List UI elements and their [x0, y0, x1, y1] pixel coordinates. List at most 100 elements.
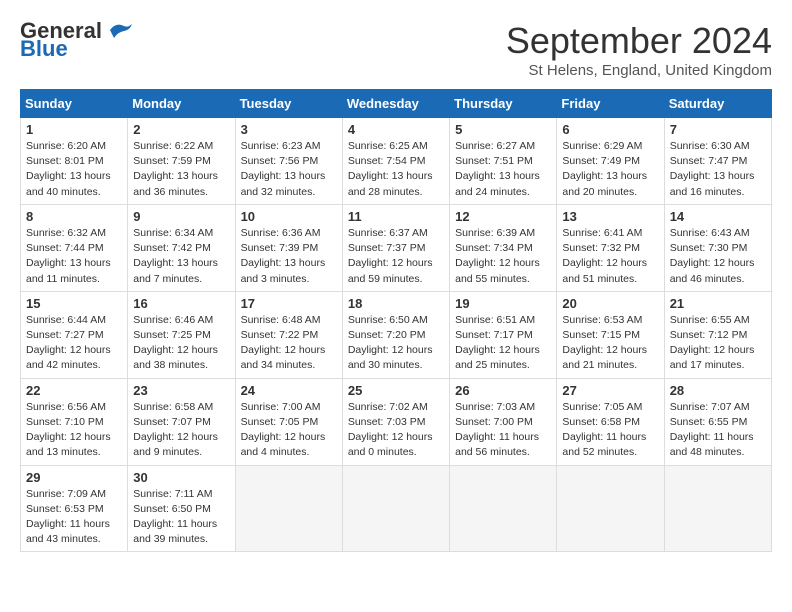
day-number: 11	[348, 209, 444, 224]
cell-content: Sunrise: 7:00 AMSunset: 7:05 PMDaylight:…	[241, 400, 337, 461]
calendar-cell: 18Sunrise: 6:50 AMSunset: 7:20 PMDayligh…	[342, 291, 449, 378]
day-number: 13	[562, 209, 658, 224]
location-subtitle: St Helens, England, United Kingdom	[506, 62, 772, 79]
day-number: 28	[670, 383, 766, 398]
calendar-cell: 10Sunrise: 6:36 AMSunset: 7:39 PMDayligh…	[235, 204, 342, 291]
day-number: 4	[348, 122, 444, 137]
calendar-cell	[664, 465, 771, 552]
page-header: General Blue September 2024 St Helens, E…	[20, 20, 772, 79]
day-number: 27	[562, 383, 658, 398]
day-number: 25	[348, 383, 444, 398]
calendar-cell	[342, 465, 449, 552]
day-number: 12	[455, 209, 551, 224]
cell-content: Sunrise: 6:20 AMSunset: 8:01 PMDaylight:…	[26, 139, 122, 200]
cell-content: Sunrise: 6:48 AMSunset: 7:22 PMDaylight:…	[241, 313, 337, 374]
calendar-cell: 13 Sunrise: 6:41 AMSunset: 7:32 PMDayligh…	[557, 204, 664, 291]
day-number: 15	[26, 296, 122, 311]
cell-content: Sunrise: 6:43 AMSunset: 7:30 PMDaylight:…	[670, 226, 766, 287]
day-number: 1	[26, 122, 122, 137]
calendar-cell: 14 Sunrise: 6:43 AMSunset: 7:30 PMDayligh…	[664, 204, 771, 291]
cell-content: Sunrise: 6:36 AMSunset: 7:39 PMDaylight:…	[241, 226, 337, 287]
cell-content: Sunrise: 6:51 AMSunset: 7:17 PMDaylight:…	[455, 313, 551, 374]
calendar-cell: 1 Sunrise: 6:20 AMSunset: 8:01 PMDaylight…	[21, 118, 128, 205]
calendar-cell	[235, 465, 342, 552]
day-number: 17	[241, 296, 337, 311]
calendar-cell	[557, 465, 664, 552]
calendar-cell: 9 Sunrise: 6:34 AMSunset: 7:42 PMDaylight…	[128, 204, 235, 291]
calendar-cell: 21 Sunrise: 6:55 AMSunset: 7:12 PMDayligh…	[664, 291, 771, 378]
weekday-header-wednesday: Wednesday	[342, 90, 449, 118]
cell-content: Sunrise: 6:56 AMSunset: 7:10 PMDaylight:…	[26, 400, 122, 461]
cell-content: Sunrise: 7:02 AMSunset: 7:03 PMDaylight:…	[348, 400, 444, 461]
day-number: 16	[133, 296, 229, 311]
calendar-cell: 19 Sunrise: 6:51 AMSunset: 7:17 PMDayligh…	[450, 291, 557, 378]
cell-content: Sunrise: 7:03 AMSunset: 7:00 PMDaylight:…	[455, 400, 551, 461]
day-number: 23	[133, 383, 229, 398]
calendar-cell: 5 Sunrise: 6:27 AMSunset: 7:51 PMDaylight…	[450, 118, 557, 205]
calendar-cell: 29Sunrise: 7:09 AMSunset: 6:53 PMDayligh…	[21, 465, 128, 552]
day-number: 18	[348, 296, 444, 311]
calendar-cell	[450, 465, 557, 552]
cell-content: Sunrise: 6:55 AMSunset: 7:12 PMDaylight:…	[670, 313, 766, 374]
calendar-cell: 4 Sunrise: 6:25 AMSunset: 7:54 PMDaylight…	[342, 118, 449, 205]
cell-content: Sunrise: 7:05 AMSunset: 6:58 PMDaylight:…	[562, 400, 658, 461]
day-number: 14	[670, 209, 766, 224]
calendar-cell: 3 Sunrise: 6:23 AMSunset: 7:56 PMDaylight…	[235, 118, 342, 205]
calendar-cell: 25 Sunrise: 7:02 AMSunset: 7:03 PMDayligh…	[342, 378, 449, 465]
weekday-header-monday: Monday	[128, 90, 235, 118]
day-number: 5	[455, 122, 551, 137]
cell-content: Sunrise: 7:09 AMSunset: 6:53 PMDaylight:…	[26, 487, 122, 548]
cell-content: Sunrise: 6:22 AMSunset: 7:59 PMDaylight:…	[133, 139, 229, 200]
cell-content: Sunrise: 6:29 AMSunset: 7:49 PMDaylight:…	[562, 139, 658, 200]
weekday-header-tuesday: Tuesday	[235, 90, 342, 118]
cell-content: Sunrise: 6:41 AMSunset: 7:32 PMDaylight:…	[562, 226, 658, 287]
logo-bird-icon	[104, 20, 136, 42]
calendar-cell: 20 Sunrise: 6:53 AMSunset: 7:15 PMDayligh…	[557, 291, 664, 378]
month-title: September 2024	[506, 20, 772, 62]
weekday-header-thursday: Thursday	[450, 90, 557, 118]
day-number: 9	[133, 209, 229, 224]
calendar-cell: 7Sunrise: 6:30 AMSunset: 7:47 PMDaylight…	[664, 118, 771, 205]
day-number: 19	[455, 296, 551, 311]
title-block: September 2024 St Helens, England, Unite…	[506, 20, 772, 79]
day-number: 2	[133, 122, 229, 137]
calendar-cell: 27 Sunrise: 7:05 AMSunset: 6:58 PMDayligh…	[557, 378, 664, 465]
day-number: 21	[670, 296, 766, 311]
cell-content: Sunrise: 6:32 AMSunset: 7:44 PMDaylight:…	[26, 226, 122, 287]
day-number: 22	[26, 383, 122, 398]
cell-content: Sunrise: 6:27 AMSunset: 7:51 PMDaylight:…	[455, 139, 551, 200]
calendar-cell: 22 Sunrise: 6:56 AMSunset: 7:10 PMDayligh…	[21, 378, 128, 465]
calendar-cell: 12 Sunrise: 6:39 AMSunset: 7:34 PMDayligh…	[450, 204, 557, 291]
cell-content: Sunrise: 6:44 AMSunset: 7:27 PMDaylight:…	[26, 313, 122, 374]
calendar-cell: 15 Sunrise: 6:44 AMSunset: 7:27 PMDayligh…	[21, 291, 128, 378]
cell-content: Sunrise: 6:30 AMSunset: 7:47 PMDaylight:…	[670, 139, 766, 200]
cell-content: Sunrise: 7:07 AMSunset: 6:55 PMDaylight:…	[670, 400, 766, 461]
cell-content: Sunrise: 6:58 AMSunset: 7:07 PMDaylight:…	[133, 400, 229, 461]
cell-content: Sunrise: 6:34 AMSunset: 7:42 PMDaylight:…	[133, 226, 229, 287]
calendar-cell: 17 Sunrise: 6:48 AMSunset: 7:22 PMDayligh…	[235, 291, 342, 378]
cell-content: Sunrise: 6:23 AMSunset: 7:56 PMDaylight:…	[241, 139, 337, 200]
weekday-header-friday: Friday	[557, 90, 664, 118]
calendar-cell: 2 Sunrise: 6:22 AMSunset: 7:59 PMDaylight…	[128, 118, 235, 205]
calendar-cell: 28 Sunrise: 7:07 AMSunset: 6:55 PMDayligh…	[664, 378, 771, 465]
day-number: 24	[241, 383, 337, 398]
calendar-table: SundayMondayTuesdayWednesdayThursdayFrid…	[20, 89, 772, 552]
calendar-cell: 6 Sunrise: 6:29 AMSunset: 7:49 PMDaylight…	[557, 118, 664, 205]
calendar-cell: 30Sunrise: 7:11 AMSunset: 6:50 PMDayligh…	[128, 465, 235, 552]
weekday-header-saturday: Saturday	[664, 90, 771, 118]
calendar-cell: 24 Sunrise: 7:00 AMSunset: 7:05 PMDayligh…	[235, 378, 342, 465]
logo-blue: Blue	[20, 38, 68, 60]
calendar-cell: 26Sunrise: 7:03 AMSunset: 7:00 PMDayligh…	[450, 378, 557, 465]
day-number: 3	[241, 122, 337, 137]
logo: General Blue	[20, 20, 136, 60]
day-number: 6	[562, 122, 658, 137]
cell-content: Sunrise: 6:46 AMSunset: 7:25 PMDaylight:…	[133, 313, 229, 374]
calendar-cell: 23 Sunrise: 6:58 AMSunset: 7:07 PMDayligh…	[128, 378, 235, 465]
cell-content: Sunrise: 7:11 AMSunset: 6:50 PMDaylight:…	[133, 487, 229, 548]
cell-content: Sunrise: 6:53 AMSunset: 7:15 PMDaylight:…	[562, 313, 658, 374]
cell-content: Sunrise: 6:25 AMSunset: 7:54 PMDaylight:…	[348, 139, 444, 200]
day-number: 20	[562, 296, 658, 311]
cell-content: Sunrise: 6:39 AMSunset: 7:34 PMDaylight:…	[455, 226, 551, 287]
day-number: 8	[26, 209, 122, 224]
calendar-cell: 16 Sunrise: 6:46 AMSunset: 7:25 PMDayligh…	[128, 291, 235, 378]
